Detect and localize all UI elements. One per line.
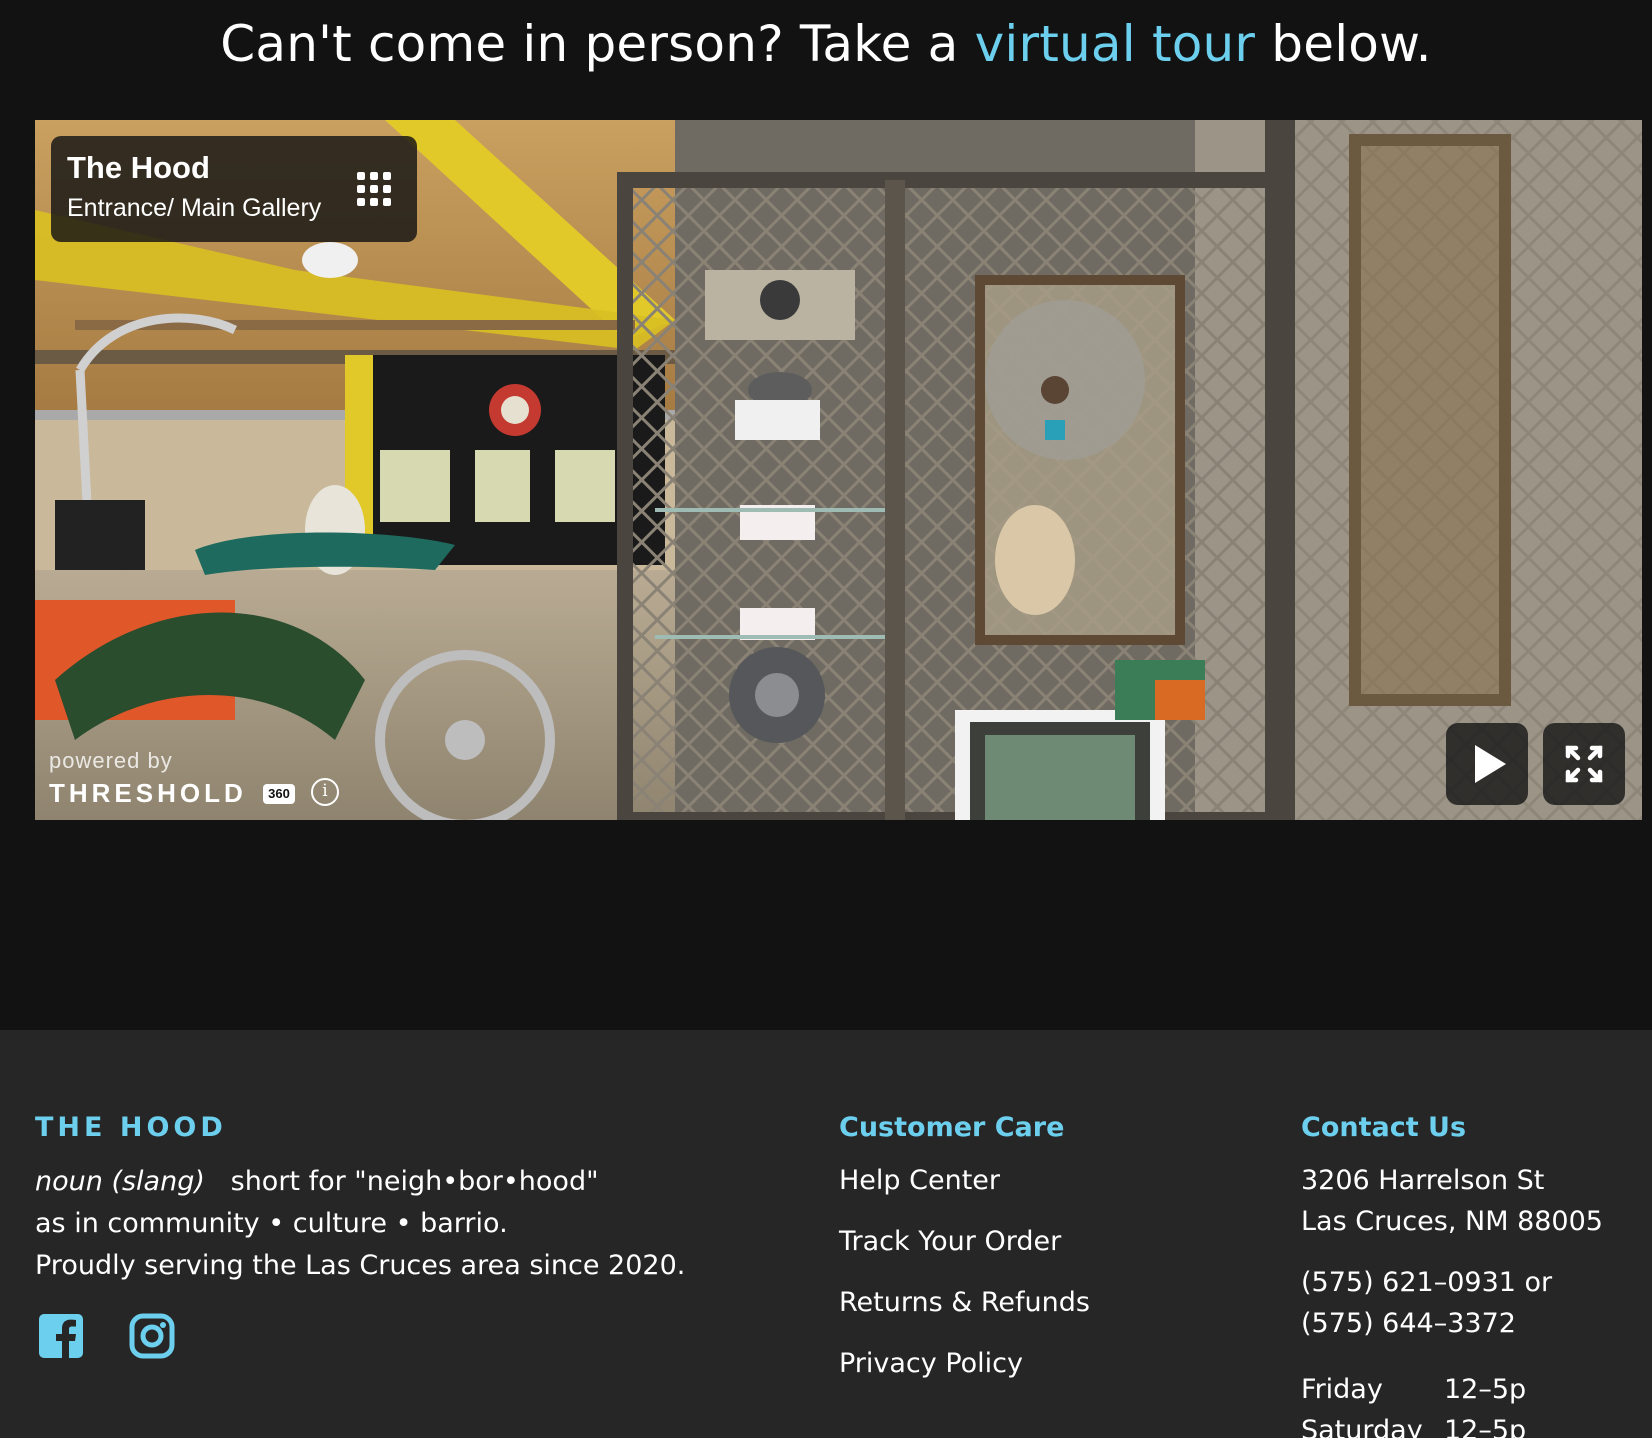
definition-line-2: as in community • culture • barrio.: [35, 1208, 508, 1239]
grid-menu-icon[interactable]: [357, 172, 391, 206]
definition-term: noun (slang): [35, 1166, 205, 1197]
help-center-link[interactable]: Help Center: [839, 1165, 1000, 1196]
customer-care-heading: Customer Care: [839, 1112, 1065, 1143]
tour-scene-name: Entrance/ Main Gallery: [67, 194, 322, 222]
definition-text: short for "neigh•bor•hood": [230, 1166, 599, 1197]
tour-title: The Hood: [67, 150, 210, 185]
fullscreen-button[interactable]: [1543, 723, 1625, 805]
instagram-icon[interactable]: [128, 1312, 176, 1360]
hours-day-friday: Friday: [1301, 1374, 1383, 1405]
powered-by-label: powered by: [49, 748, 173, 773]
virtual-tour-link[interactable]: virtual tour: [975, 15, 1256, 73]
hours-day-saturday: Saturday: [1301, 1415, 1423, 1438]
footer-brand-heading: THE HOOD: [35, 1112, 227, 1143]
fullscreen-icon: [1565, 745, 1603, 783]
virtual-tour-viewer[interactable]: The Hood Entrance/ Main Gallery powered …: [35, 120, 1642, 820]
info-icon[interactable]: i: [311, 778, 339, 806]
headline-prefix: Can't come in person? Take a: [220, 15, 975, 73]
hours-time-friday: 12–5p: [1444, 1374, 1527, 1405]
section-headline: Can't come in person? Take a virtual tou…: [0, 12, 1652, 76]
address-line-1: 3206 Harrelson St: [1301, 1165, 1545, 1196]
returns-refunds-link[interactable]: Returns & Refunds: [839, 1287, 1090, 1318]
hours-time-saturday: 12–5p: [1444, 1415, 1527, 1438]
facebook-icon[interactable]: [37, 1312, 85, 1360]
play-button[interactable]: [1446, 723, 1528, 805]
tour-info-panel: The Hood Entrance/ Main Gallery: [51, 136, 417, 242]
address-line-2: Las Cruces, NM 88005: [1301, 1206, 1603, 1237]
threshold-logo: THRESHOLD: [49, 778, 247, 808]
threshold-360-badge: 360: [263, 784, 295, 804]
powered-by-badge: powered by THRESHOLD 360 i: [49, 748, 339, 808]
site-footer: THE HOOD noun (slang) short for "neigh•b…: [0, 1030, 1652, 1438]
contact-us-heading: Contact Us: [1301, 1112, 1467, 1143]
brand-definition: noun (slang) short for "neigh•bor•hood": [35, 1166, 599, 1197]
privacy-policy-link[interactable]: Privacy Policy: [839, 1348, 1023, 1379]
phone-2[interactable]: (575) 644–3372: [1301, 1308, 1516, 1339]
phone-1[interactable]: (575) 621–0931 or: [1301, 1267, 1552, 1298]
play-icon: [1475, 745, 1506, 783]
headline-suffix: below.: [1255, 15, 1432, 73]
track-order-link[interactable]: Track Your Order: [839, 1226, 1061, 1257]
serving-statement: Proudly serving the Las Cruces area sinc…: [35, 1250, 686, 1281]
